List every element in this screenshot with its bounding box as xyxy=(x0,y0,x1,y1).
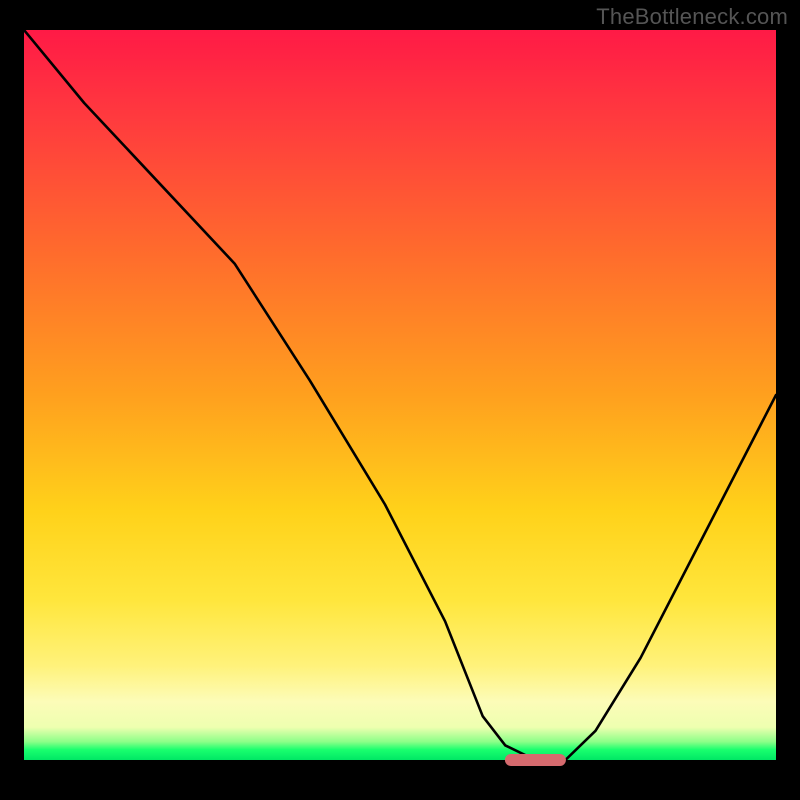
chart-stage: TheBottleneck.com xyxy=(0,0,800,800)
plot-area xyxy=(24,30,776,760)
watermark-text: TheBottleneck.com xyxy=(596,4,788,30)
bottleneck-curve xyxy=(24,30,776,760)
optimal-range-marker xyxy=(505,754,565,766)
